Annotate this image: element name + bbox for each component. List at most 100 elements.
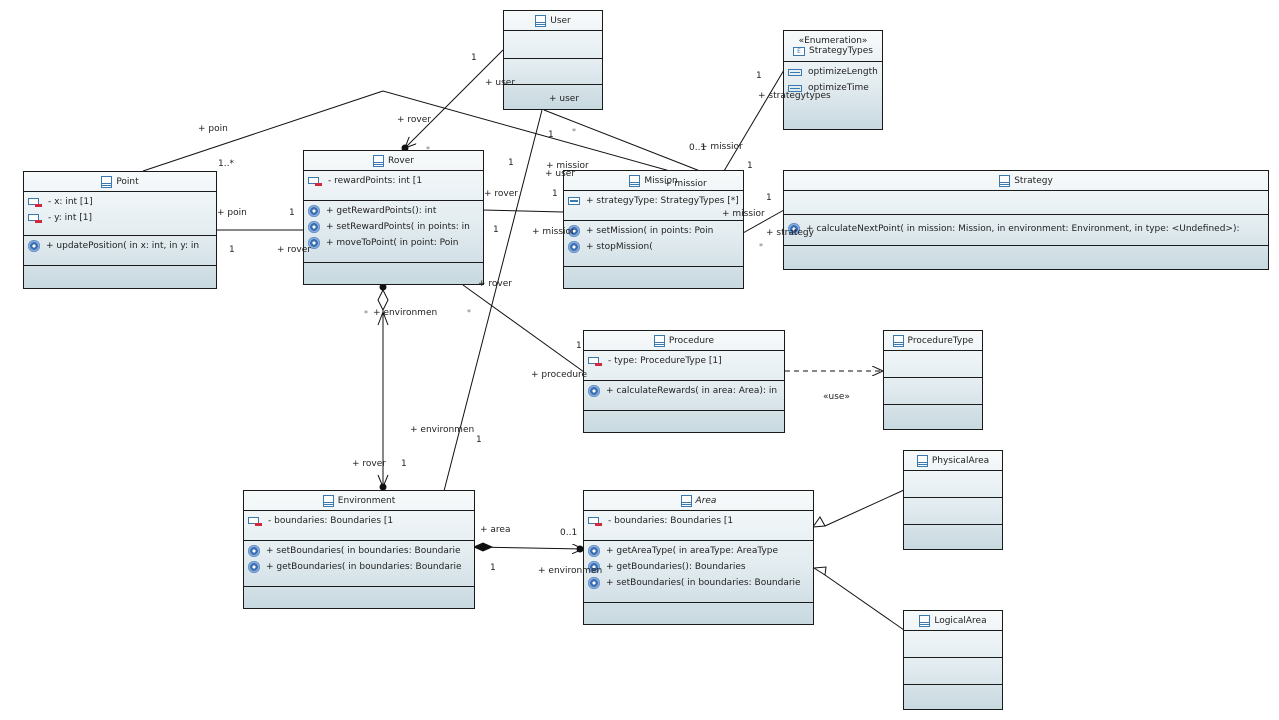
class-icon: [680, 494, 692, 507]
operation[interactable]: + updatePosition( in x: int, in y: in: [28, 238, 216, 254]
multiplicity-label: *: [364, 309, 368, 318]
multiplicity-label: 1: [552, 189, 558, 199]
class-mission[interactable]: Mission + strategyType: StrategyTypes [*…: [563, 170, 744, 289]
operation-gear-icon: [248, 545, 260, 557]
class-header: Area: [584, 491, 813, 511]
attributes-compartment: - boundaries: Boundaries [1: [584, 511, 813, 541]
operation-gear-icon: [588, 545, 600, 557]
operation[interactable]: + getBoundaries(): Boundaries: [588, 559, 813, 575]
role-label: + rover: [397, 115, 431, 125]
role-label: + missior: [722, 209, 765, 219]
class-icon: [322, 494, 334, 507]
attribute[interactable]: - x: int [1]: [28, 194, 216, 210]
operations-compartment: [884, 378, 982, 405]
class-name: PhysicalArea: [931, 455, 990, 466]
role-label: + strategy: [766, 228, 814, 238]
extra-compartment: [564, 267, 743, 271]
generalization-logicalarea-area[interactable]: [824, 574, 905, 631]
attribute[interactable]: + strategyType: StrategyTypes [*]: [568, 193, 743, 209]
role-label: + poin: [198, 124, 228, 134]
extra-compartment: [504, 85, 602, 89]
multiplicity-label: 1: [490, 563, 496, 573]
assoc-mission-strategytypes[interactable]: [723, 69, 785, 172]
class-name: Procedure: [668, 335, 715, 346]
operation[interactable]: + calculateRewards( in area: Area): in: [588, 383, 784, 399]
extra-compartment: [584, 411, 784, 415]
operation[interactable]: + calculateNextPoint( in mission: Missio…: [788, 221, 1268, 237]
class-name: ProcedureType: [907, 335, 974, 346]
class-name: User: [550, 15, 571, 26]
class-point[interactable]: Point - x: int [1] - y: int [1] + update…: [23, 171, 217, 289]
operations-compartment: [904, 498, 1002, 525]
attributes-compartment: [884, 351, 982, 378]
extra-compartment: [904, 525, 1002, 529]
extra-compartment: [884, 405, 982, 409]
operation-gear-icon: [308, 221, 320, 233]
attribute[interactable]: - type: ProcedureType [1]: [588, 353, 784, 369]
operation[interactable]: + moveToPoint( in point: Poin: [308, 235, 483, 251]
class-environment[interactable]: Environment - boundaries: Boundaries [1 …: [243, 490, 475, 609]
multiplicity-label: *: [759, 242, 763, 251]
operation[interactable]: + setMission( in points: Poin: [568, 223, 743, 239]
attribute[interactable]: - boundaries: Boundaries [1: [588, 513, 813, 529]
private-attribute-icon: [28, 213, 42, 223]
assoc-rover-mission[interactable]: [482, 209, 564, 213]
operation[interactable]: + getRewardPoints(): int: [308, 203, 483, 219]
operations-compartment: + updatePosition( in x: int, in y: in: [24, 236, 216, 266]
operation-gear-icon: [28, 240, 40, 252]
class-name: Strategy: [1014, 175, 1053, 186]
operation[interactable]: + getBoundaries( in boundaries: Boundari…: [248, 559, 474, 575]
class-strategy[interactable]: Strategy + calculateNextPoint( in missio…: [783, 170, 1269, 270]
attribute[interactable]: - y: int [1]: [28, 210, 216, 226]
class-header: Strategy: [784, 171, 1268, 191]
class-physicalarea[interactable]: PhysicalArea: [903, 450, 1003, 550]
assoc-rover-procedure[interactable]: [462, 284, 585, 373]
extra-compartment: [584, 603, 813, 607]
class-name: StrategyTypes: [809, 46, 873, 56]
class-header: PhysicalArea: [904, 451, 1002, 471]
attributes-compartment: [504, 31, 602, 59]
operation[interactable]: + setBoundaries( in boundaries: Boundari…: [248, 543, 474, 559]
operation[interactable]: + stopMission(: [568, 239, 743, 255]
enum-literal[interactable]: optimizeLength: [788, 64, 882, 80]
class-header: Mission: [564, 171, 743, 191]
assoc-user-rover[interactable]: [405, 49, 504, 148]
attribute[interactable]: - rewardPoints: int [1: [308, 173, 483, 189]
class-procedure[interactable]: Procedure - type: ProcedureType [1] + ca…: [583, 330, 785, 433]
class-name: Point: [116, 176, 139, 187]
extra-compartment: [24, 266, 216, 270]
enum-strategytypes[interactable]: «Enumeration» E StrategyTypes optimizeLen…: [783, 30, 883, 130]
class-rover[interactable]: Rover - rewardPoints: int [1 + getReward…: [303, 150, 484, 285]
generalization-triangle: [811, 516, 826, 528]
multiplicity-label: 1: [401, 459, 407, 469]
multiplicity-label: 1: [471, 53, 477, 63]
multiplicity-label: *: [572, 127, 576, 136]
operation[interactable]: + setBoundaries( in boundaries: Boundari…: [588, 575, 813, 591]
class-header: User: [504, 11, 602, 31]
role-label: + environmen: [538, 566, 603, 576]
attribute[interactable]: - boundaries: Boundaries [1: [248, 513, 474, 529]
class-header: Procedure: [584, 331, 784, 351]
private-attribute-icon: [308, 176, 322, 186]
class-proceduretype[interactable]: ProcedureType: [883, 330, 983, 430]
private-attribute-icon: [28, 197, 42, 207]
operation[interactable]: + getAreaType( in areaType: AreaType: [588, 543, 813, 559]
class-icon: [916, 454, 928, 467]
multiplicity-label: *: [467, 308, 471, 317]
operation-gear-icon: [568, 241, 580, 253]
operations-compartment: [504, 59, 602, 85]
class-icon: [653, 334, 665, 347]
class-name: Area: [695, 495, 717, 506]
operation[interactable]: + setRewardPoints( in points: in: [308, 219, 483, 235]
multiplicity-label: 1..*: [218, 159, 234, 169]
class-icon: [999, 174, 1011, 187]
multiplicity-label: 1: [756, 71, 762, 81]
multiplicity-label: 1: [576, 341, 582, 351]
role-label: + environmen: [410, 425, 475, 435]
generalization-physicalarea-area[interactable]: [824, 489, 905, 527]
class-area[interactable]: Area - boundaries: Boundaries [1 + getAr…: [583, 490, 814, 625]
attributes-compartment: [904, 471, 1002, 498]
multiplicity-label: 1: [229, 245, 235, 255]
class-logicalarea[interactable]: LogicalArea: [903, 610, 1003, 710]
role-label: + user: [549, 94, 580, 104]
